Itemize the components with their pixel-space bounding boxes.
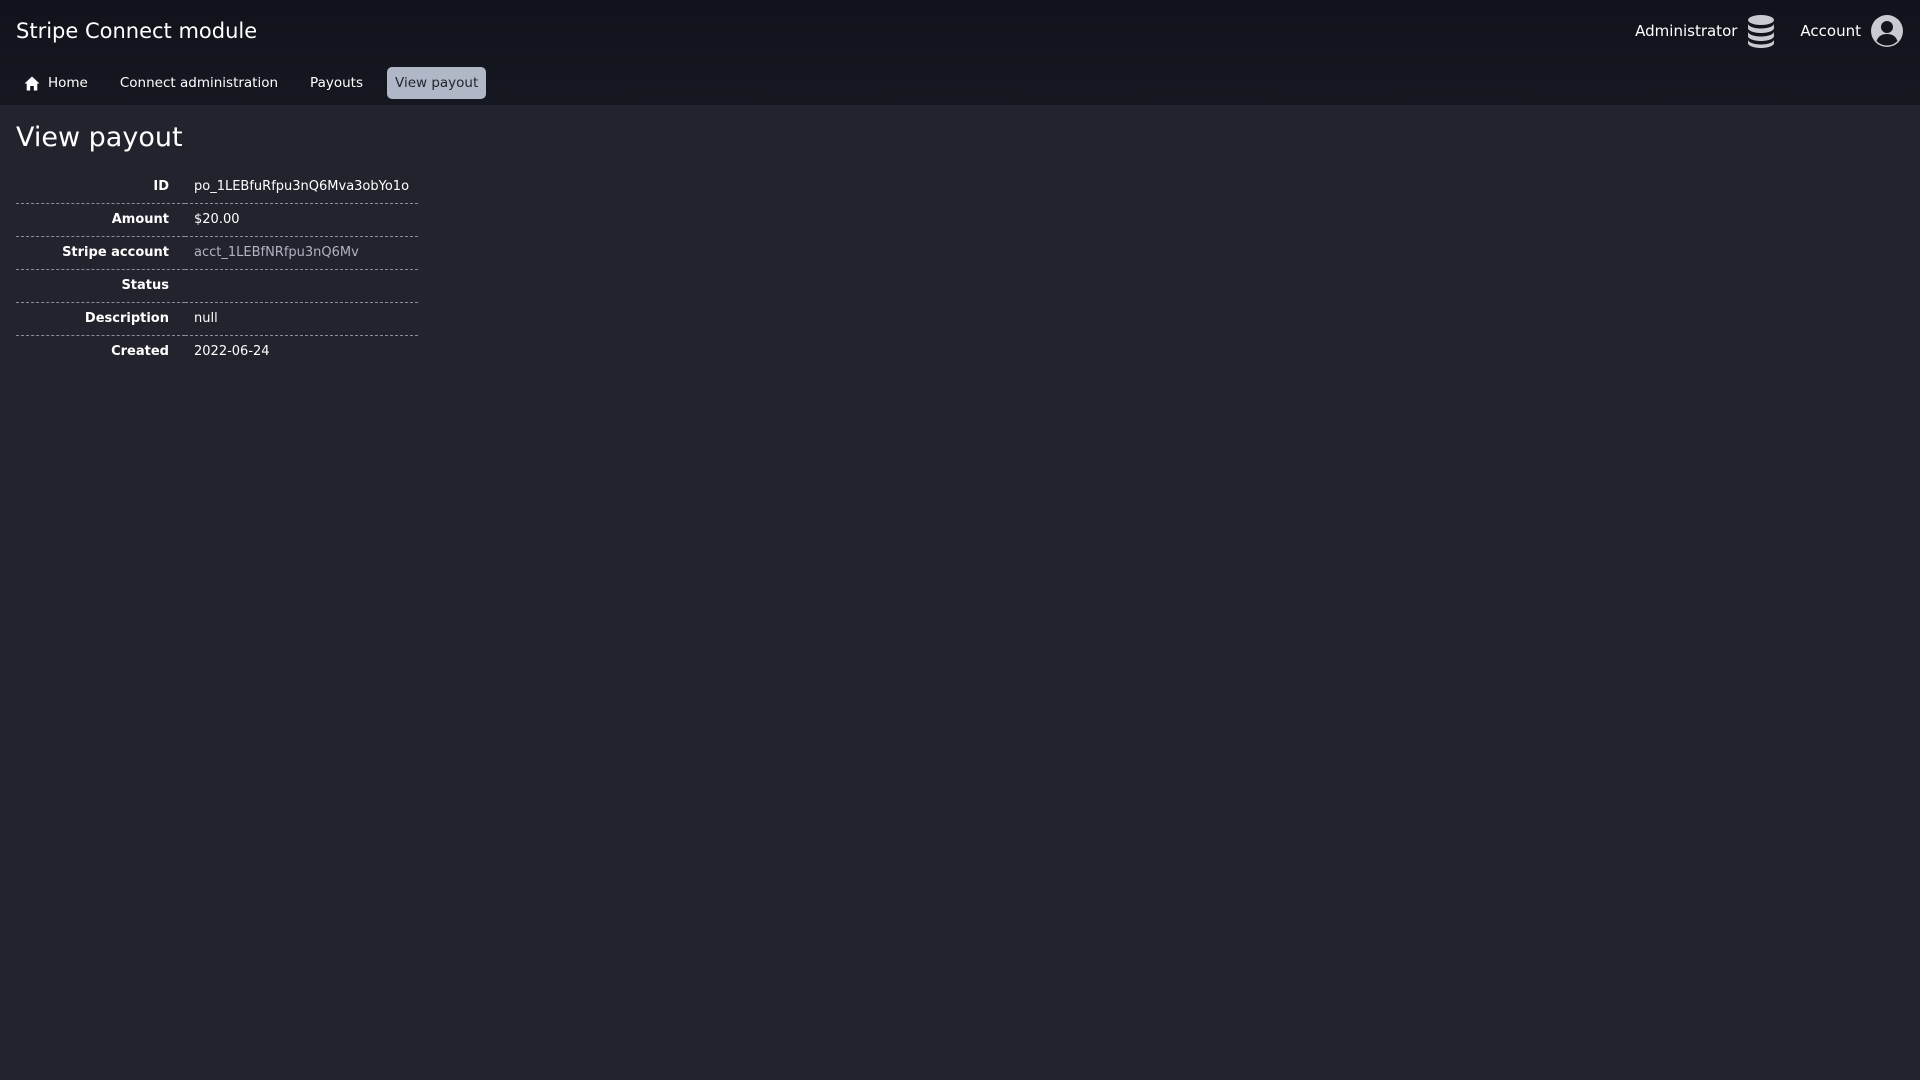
nav-connect-administration[interactable]: Connect administration [112, 67, 286, 99]
administrator-label: Administrator [1635, 22, 1738, 40]
amount-value: $20.00 [185, 202, 419, 236]
page-title: View payout [16, 122, 183, 153]
nav-home[interactable]: Home [16, 67, 96, 99]
user-circle-icon [1871, 15, 1903, 47]
id-label: ID [153, 178, 169, 194]
administrator-menu[interactable]: Administrator [1635, 14, 1776, 48]
stripe-account-link[interactable]: acct_1LEBfNRfpu3nQ6Mv [194, 245, 359, 260]
payout-details-table: ID po_1LEBfuRfpu3nQ6Mva3obYo1o Amount $2… [16, 170, 419, 368]
table-row: ID po_1LEBfuRfpu3nQ6Mva3obYo1o [16, 170, 418, 203]
breadcrumb-nav: Home Connect administration Payouts View… [16, 67, 487, 99]
description-label: Description [16, 301, 185, 335]
top-right-menu: Administrator Account [1635, 14, 1904, 48]
id-value: po_1LEBfuRfpu3nQ6Mva3obYo1o [194, 178, 410, 194]
table-row: Amount $20.00 [16, 202, 419, 236]
nav-view-payout[interactable]: View payout [387, 67, 487, 99]
account-menu[interactable]: Account [1800, 14, 1904, 48]
status-label: Status [16, 268, 185, 302]
amount-label: Amount [16, 202, 185, 236]
stripe-account-cell: acct_1LEBfNRfpu3nQ6Mv [185, 235, 419, 269]
nav-home-label: Home [48, 75, 88, 91]
nav-payouts[interactable]: Payouts [302, 67, 371, 99]
account-label: Account [1800, 22, 1861, 40]
app-title: Stripe Connect module [16, 19, 258, 43]
description-value: null [185, 301, 419, 335]
home-icon [24, 76, 40, 91]
status-value [185, 268, 419, 302]
table-row: Stripe account acct_1LEBfNRfpu3nQ6Mv [16, 235, 419, 269]
table-row: Status [16, 268, 419, 302]
table-row: Description null [16, 301, 419, 335]
top-bar: Stripe Connect module Administrator Acco… [0, 0, 1920, 105]
created-value: 2022-06-24 [185, 334, 419, 368]
stripe-account-label: Stripe account [16, 235, 185, 269]
database-icon [1748, 15, 1775, 48]
table-row: Created 2022-06-24 [16, 334, 419, 368]
created-label: Created [16, 334, 185, 368]
